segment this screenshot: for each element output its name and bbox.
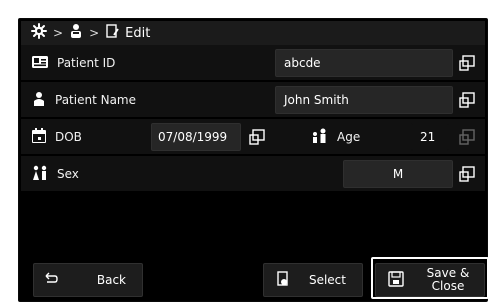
sex-icon: [31, 165, 49, 184]
sex-label-group: Sex: [31, 156, 79, 192]
copy-icon: [459, 166, 475, 182]
person-icon: [31, 91, 47, 110]
select-label: Select: [308, 273, 346, 287]
patient-id-field[interactable]: abcde: [275, 49, 453, 77]
sex-label: Sex: [57, 167, 79, 181]
row-patient-id: Patient ID abcde: [21, 45, 485, 81]
sex-value: M: [392, 167, 404, 181]
dob-label-group: DOB: [31, 119, 82, 155]
back-label: Back: [96, 273, 126, 287]
save-close-button[interactable]: Save & Close: [375, 263, 485, 297]
row-patient-name: Patient Name John Smith: [21, 82, 485, 118]
sex-copy-button[interactable]: [453, 160, 481, 188]
breadcrumb: > > Edit: [21, 21, 485, 45]
patient-name-label-group: Patient Name: [31, 82, 136, 118]
copy-icon: [459, 92, 475, 108]
breadcrumb-separator: >: [89, 26, 100, 40]
id-card-icon: [31, 55, 49, 72]
calendar-icon: [31, 127, 47, 147]
device-frame: > > Edit Patient ID abcde Patient Name J…: [18, 18, 489, 302]
copy-icon: [459, 129, 475, 145]
age-icon: [311, 128, 329, 147]
save-close-label: Save & Close: [426, 266, 470, 293]
row-sex: Sex M: [21, 156, 485, 192]
sex-field[interactable]: M: [343, 160, 453, 188]
dob-label: DOB: [55, 130, 82, 144]
age-copy-button: [453, 123, 481, 151]
select-button[interactable]: Select: [263, 263, 363, 297]
dob-field[interactable]: 07/08/1999: [151, 123, 241, 151]
patient-id-value: abcde: [284, 56, 321, 70]
edit-icon: [105, 23, 119, 43]
patient-id-copy-button[interactable]: [453, 49, 481, 77]
age-label-group: Age: [311, 119, 360, 155]
page-title: Edit: [125, 25, 151, 41]
age-field: 21: [411, 123, 449, 151]
dob-copy-button[interactable]: [243, 123, 271, 151]
breadcrumb-separator: >: [53, 26, 64, 40]
gear-icon[interactable]: [31, 23, 47, 43]
back-button[interactable]: Back: [33, 263, 143, 297]
edit-screen: > > Edit Patient ID abcde Patient Name J…: [21, 21, 489, 299]
copy-icon: [249, 129, 265, 145]
patient-id-label: Patient ID: [57, 56, 116, 70]
back-arrow-icon: [44, 272, 58, 289]
age-value: 21: [420, 130, 436, 144]
copy-icon: [459, 55, 475, 71]
patient-icon[interactable]: [69, 23, 83, 43]
patient-name-field[interactable]: John Smith: [275, 86, 453, 114]
patient-name-copy-button[interactable]: [453, 86, 481, 114]
patient-name-value: John Smith: [284, 93, 349, 107]
patient-id-label-group: Patient ID: [31, 45, 115, 81]
age-label: Age: [337, 130, 361, 144]
select-file-icon: [276, 270, 290, 290]
dob-value: 07/08/1999: [158, 130, 228, 144]
patient-name-label: Patient Name: [55, 93, 136, 107]
row-dob-age: DOB 07/08/1999 Age 21: [21, 119, 485, 155]
save-disk-icon: [388, 270, 404, 290]
